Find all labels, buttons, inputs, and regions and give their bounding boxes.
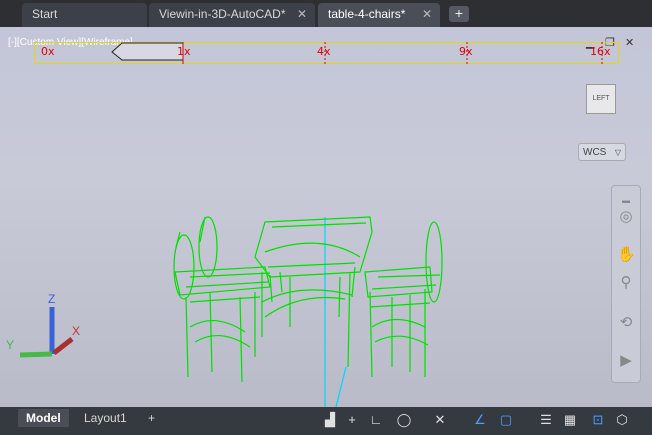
infer-constraints-icon[interactable]: ∟	[366, 410, 386, 430]
lineweight-icon[interactable]: ☰	[536, 410, 556, 430]
object-snap-tracking-icon[interactable]: ∠	[470, 410, 490, 430]
table-stretcher	[264, 296, 346, 318]
table-edge	[267, 222, 367, 268]
grid-snap-icon[interactable]: +	[342, 410, 362, 430]
chair-rail	[185, 272, 271, 303]
close-icon[interactable]: ✕	[297, 3, 307, 25]
chair-leg	[185, 291, 256, 383]
tab-viewin-3d[interactable]: Viewin-in-3D-AutoCAD* ✕	[149, 3, 315, 27]
tab-start-label: Start	[32, 7, 58, 21]
tab-table-4-chairs[interactable]: table-4-chairs* ✕	[318, 3, 440, 27]
svg-text:Y: Y	[6, 338, 14, 352]
axis-line	[335, 366, 347, 407]
selection-cycling-icon[interactable]: ⊡	[588, 410, 608, 430]
table-leg	[261, 271, 351, 368]
chair-back	[198, 216, 218, 278]
tab-viewin-3d-label: Viewin-in-3D-AutoCAD*	[159, 7, 286, 21]
tab-layout1-label: Layout1	[84, 411, 127, 425]
chair-seat	[174, 266, 271, 296]
tab-table-4-chairs-label: table-4-chairs*	[328, 7, 406, 21]
ucs-icon: Z Y X	[6, 292, 80, 358]
drawing-viewport[interactable]: [-][Custom View][Wireframe] ▁ ❐ ✕ 0x 1x …	[0, 27, 652, 407]
svg-text:Z: Z	[48, 292, 55, 306]
new-tab-plus-icon[interactable]: +	[449, 6, 469, 22]
table-leg	[269, 266, 356, 303]
polar-tracking-icon[interactable]: ◯	[394, 410, 414, 430]
document-tab-bar: Start Viewin-in-3D-AutoCAD* ✕ table-4-ch…	[0, 0, 652, 27]
chair-leg-arc	[371, 318, 429, 346]
close-icon[interactable]: ✕	[422, 3, 432, 25]
svg-text:X: X	[72, 324, 80, 338]
tab-start[interactable]: Start	[22, 3, 147, 27]
isometric-icon[interactable]: ✕	[430, 410, 450, 430]
add-layout-plus-icon[interactable]: +	[140, 409, 163, 427]
chair-seat	[364, 266, 433, 298]
transparency-icon[interactable]: ▦	[560, 410, 580, 430]
chair-leg	[369, 289, 426, 378]
3d-object-snap-icon[interactable]: ⬡	[612, 410, 632, 430]
chair-rail	[369, 274, 441, 308]
tab-model[interactable]: Model	[18, 409, 69, 427]
chair-back	[425, 221, 443, 303]
tab-model-label: Model	[26, 411, 61, 425]
object-snap-icon[interactable]: ▢	[496, 410, 516, 430]
tab-layout1[interactable]: Layout1	[76, 409, 135, 427]
model-space-icon[interactable]: ▟	[320, 410, 340, 430]
status-bar: Model Layout1 + ▟ + ∟ ◯ ✕ ∠ ▢ ☰ ▦ ⊡ ⬡	[0, 407, 652, 435]
